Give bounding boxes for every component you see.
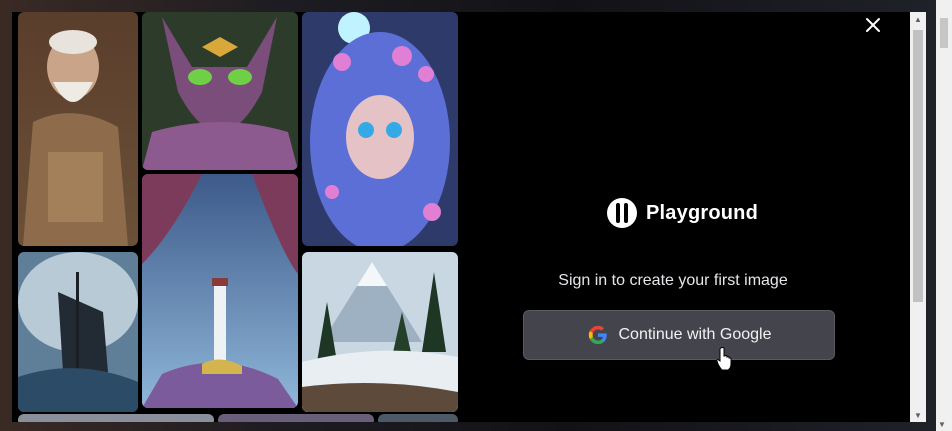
- scrollbar-thumb[interactable]: [913, 30, 923, 302]
- brand: Playground: [606, 197, 758, 229]
- scroll-down-arrow-icon[interactable]: ▼: [910, 408, 926, 422]
- sign-in-modal: [12, 12, 910, 422]
- gallery-tile-ship: [18, 252, 138, 412]
- gallery-tile-partial-2: [218, 414, 374, 422]
- gallery-tile-snowy-mountains: [302, 252, 458, 412]
- page-scroll-down-arrow-icon[interactable]: ▼: [938, 420, 946, 429]
- hand-cursor-icon: [716, 347, 732, 371]
- gallery-tile-fairy: [302, 12, 458, 246]
- modal-scrollbar[interactable]: ▲ ▼: [910, 12, 926, 422]
- page-scrollbar[interactable]: ▼: [936, 0, 952, 431]
- scroll-up-arrow-icon[interactable]: ▲: [910, 12, 926, 26]
- gallery-tile-partial-3: [378, 414, 458, 422]
- sign-in-tagline: Sign in to create your first image: [558, 272, 788, 289]
- google-g-icon: [587, 324, 609, 346]
- google-button-label: Continue with Google: [618, 326, 772, 343]
- playground-logo-icon: [606, 197, 638, 229]
- brand-name: Playground: [646, 201, 759, 224]
- gallery-tile-partial-1: [18, 414, 214, 422]
- page-scrollbar-thumb[interactable]: [940, 18, 948, 48]
- continue-with-google-button[interactable]: Continue with Google: [523, 310, 835, 360]
- close-icon[interactable]: [862, 14, 884, 36]
- gallery-tile-lighthouse: [142, 174, 298, 408]
- gallery-tile-cat: [142, 12, 298, 170]
- gallery-tile-old-man: [18, 12, 138, 246]
